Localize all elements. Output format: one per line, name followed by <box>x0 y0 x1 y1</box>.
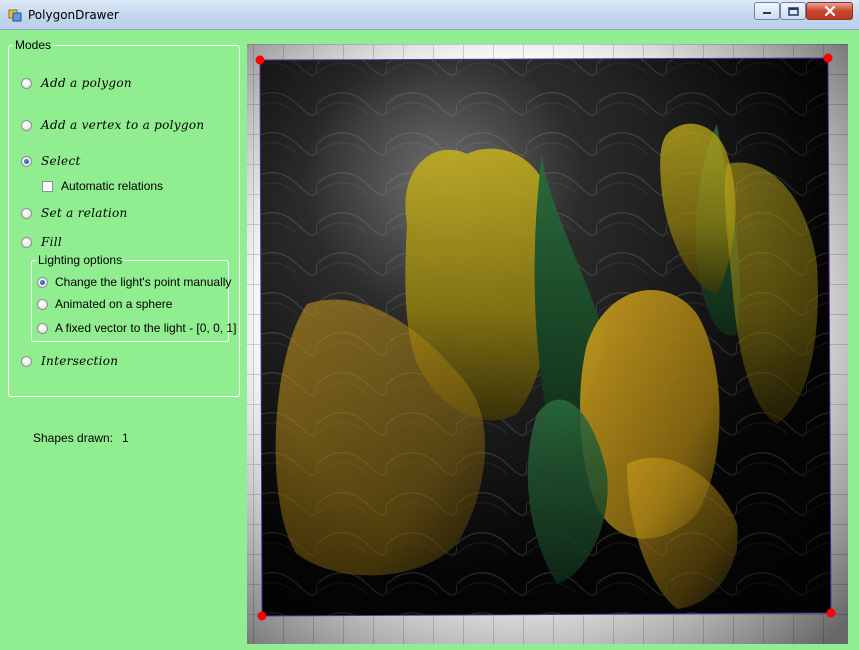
radio-button-add-vertex[interactable] <box>21 119 32 131</box>
radio-label-set-relation: Set a relation <box>41 206 128 220</box>
radio-button-fill[interactable] <box>21 236 32 248</box>
radio-add-polygon[interactable]: Add a polygon <box>21 76 132 90</box>
radio-button-add-polygon[interactable] <box>21 77 32 89</box>
radio-label-intersection: Intersection <box>41 354 119 368</box>
automatic-relations-checkbox[interactable] <box>42 180 53 192</box>
radio-button-light-fixed[interactable] <box>37 322 48 334</box>
vertex-handle[interactable] <box>823 53 833 63</box>
radio-add-vertex[interactable]: Add a vertex to a polygon <box>21 118 204 132</box>
vertex-handle[interactable] <box>257 611 267 621</box>
vertex-handle[interactable] <box>255 55 265 65</box>
modes-group: Modes <box>8 39 240 397</box>
radio-button-select[interactable] <box>21 155 32 167</box>
minimize-icon <box>763 12 771 14</box>
radio-label-select: Select <box>41 154 81 168</box>
radio-label-add-polygon: Add a polygon <box>41 76 132 90</box>
minimize-button[interactable] <box>754 2 780 20</box>
radio-light-fixed[interactable]: A fixed vector to the light - [0, 0, 1] <box>37 321 236 335</box>
radio-label-light-fixed: A fixed vector to the light - [0, 0, 1] <box>55 321 237 335</box>
radio-select[interactable]: Select <box>21 154 81 168</box>
radio-button-light-animated[interactable] <box>37 298 48 310</box>
radio-light-animated[interactable]: Animated on a sphere <box>37 297 172 311</box>
modes-legend: Modes <box>13 38 54 52</box>
window-title: PolygonDrawer <box>28 8 119 22</box>
radio-fill[interactable]: Fill <box>21 235 62 249</box>
radio-label-add-vertex: Add a vertex to a polygon <box>41 118 205 132</box>
checkbox-automatic-relations[interactable]: Automatic relations <box>42 179 163 193</box>
radio-set-relation[interactable]: Set a relation <box>21 206 128 220</box>
automatic-relations-label: Automatic relations <box>61 179 164 193</box>
close-icon <box>824 6 835 16</box>
close-button[interactable] <box>806 2 853 20</box>
radio-button-set-relation[interactable] <box>21 207 32 219</box>
radio-label-light-animated: Animated on a sphere <box>55 297 173 311</box>
maximize-icon <box>787 6 799 16</box>
lighting-options-legend: Lighting options <box>36 253 125 267</box>
radio-button-intersection[interactable] <box>21 355 32 367</box>
canvas-scene <box>247 44 848 644</box>
radio-light-manual[interactable]: Change the light's point manually <box>37 275 231 289</box>
maximize-button[interactable] <box>780 2 806 20</box>
radio-button-light-manual[interactable] <box>37 276 48 288</box>
title-bar: PolygonDrawer <box>0 0 859 30</box>
radio-label-light-manual: Change the light's point manually <box>55 275 232 289</box>
radio-label-fill: Fill <box>41 235 63 249</box>
vertex-handle[interactable] <box>826 608 836 618</box>
drawing-canvas[interactable] <box>247 44 848 644</box>
filled-polygon[interactable] <box>247 44 848 644</box>
shapes-drawn-label: Shapes drawn: <box>33 431 114 445</box>
client-area: Modes Add a polygon Add a vertex to a po… <box>0 30 859 650</box>
shapes-drawn-value: 1 <box>122 431 129 445</box>
radio-intersection[interactable]: Intersection <box>21 354 118 368</box>
app-icon <box>8 8 22 22</box>
